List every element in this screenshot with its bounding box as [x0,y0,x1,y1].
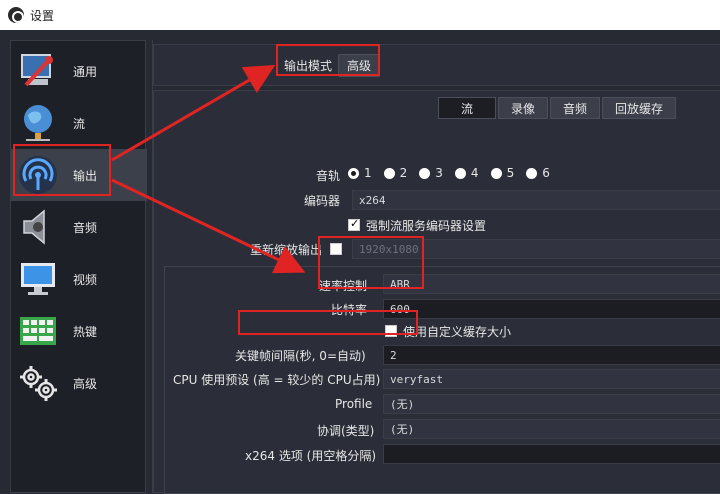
radio-dot [348,167,359,179]
output-settings-panel: 流 录像 音频 回放缓存 音轨 1 2 3 4 5 6 编码器 x264 强制流… [153,90,720,494]
output-mode-bar: 输出模式 高级 [153,44,720,86]
rate-control-select[interactable]: ABR [383,274,720,294]
window-title: 设置 [30,8,55,23]
audio-track-radios: 1 2 3 4 5 6 [348,166,562,180]
sidebar-item-label: 视频 [73,272,98,287]
radio-dot [454,167,466,179]
sidebar-item-label: 音频 [73,220,98,235]
globe-network-icon [15,100,61,146]
radio-dot [526,167,538,179]
rescale-label: 重新缩放输出 [250,243,323,257]
speaker-icon [15,204,61,250]
audio-track-label: 音轨 [316,169,341,183]
audio-track-radio-1[interactable]: 1 [348,166,372,180]
computer-wrench-icon [15,48,61,94]
x264-options-input[interactable] [383,444,720,464]
keyframe-interval-label: 关键帧间隔(秒, 0=自动) [235,349,366,363]
sidebar-item-general[interactable]: 通用 [11,45,147,97]
cpu-preset-label: CPU 使用预设 (高 = 较少的 CPU占用) [173,373,381,387]
audio-track-radio-2[interactable]: 2 [383,166,408,180]
sidebar-item-label: 热键 [73,324,98,339]
sidebar-item-stream[interactable]: 流 [11,97,147,149]
sidebar-item-label: 流 [73,116,86,131]
radio-label: 5 [506,166,515,180]
encoder-settings-group: 速率控制 ABR 比特率 600 使用自定义缓存大小 关键帧间隔(秒, 0=自动… [164,266,720,494]
radio-label: 6 [542,166,550,180]
keyframe-interval-input[interactable]: 2 [383,345,720,365]
tab-audio[interactable]: 音频 [550,97,601,119]
encoder-select[interactable]: x264 [352,190,720,210]
encoder-label: 编码器 [304,194,341,208]
tab-replay-buffer[interactable]: 回放缓存 [602,97,677,119]
profile-select[interactable]: (无) [383,394,720,414]
radio-dot [383,167,395,179]
enforce-encoder-checkbox[interactable] [348,217,360,231]
profile-label: Profile [335,397,373,411]
sidebar-item-audio[interactable]: 音频 [11,201,147,253]
rate-bitrate-highlight-box [318,236,424,289]
settings-sidebar: 通用 流 输出 音频 视频 热键 高级 [10,40,147,493]
audio-track-radio-4[interactable]: 4 [454,166,479,180]
sidebar-item-label: 通用 [73,64,98,79]
x264-options-label: x264 选项 (用空格分隔) [245,449,376,463]
sidebar-item-video[interactable]: 视频 [11,253,147,305]
monitor-icon [15,256,61,302]
tune-label: 协调(类型) [317,424,375,438]
radio-label: 4 [470,166,479,180]
output-mode-highlight-box [276,44,380,76]
tab-stream[interactable]: 流 [438,97,496,119]
sidebar-item-hotkeys[interactable]: 热键 [11,305,147,357]
radio-label: 2 [399,166,408,180]
cpu-preset-select[interactable]: veryfast [383,369,720,389]
tune-select[interactable]: (无) [383,419,720,439]
keyboard-icon [15,308,61,354]
obs-logo-icon [8,7,24,23]
bitrate-input[interactable]: 600 [383,299,720,319]
enforce-encoder-label: 强制流服务编码器设置 [366,219,487,233]
sidebar-item-label: 高级 [73,376,98,391]
radio-label: 1 [364,166,372,180]
radio-label: 3 [435,166,443,180]
gears-icon [15,360,61,406]
output-highlight-box [13,144,111,196]
audio-track-radio-3[interactable]: 3 [419,166,443,180]
audio-track-radio-6[interactable]: 6 [526,166,550,180]
keyframe-highlight-box [238,310,418,335]
custom-buffer-label: 使用自定义缓存大小 [403,325,512,339]
radio-dot [490,167,502,179]
tab-recording[interactable]: 录像 [498,97,549,119]
settings-content: 输出模式 高级 流 录像 音频 回放缓存 音轨 1 2 3 4 5 6 编码器 … [152,40,720,494]
audio-track-radio-5[interactable]: 5 [490,166,515,180]
output-tabs: 流 录像 音频 回放缓存 [438,97,678,119]
radio-dot [419,167,431,179]
sidebar-item-advanced[interactable]: 高级 [11,357,147,409]
title-bar: 设置 [0,0,720,30]
